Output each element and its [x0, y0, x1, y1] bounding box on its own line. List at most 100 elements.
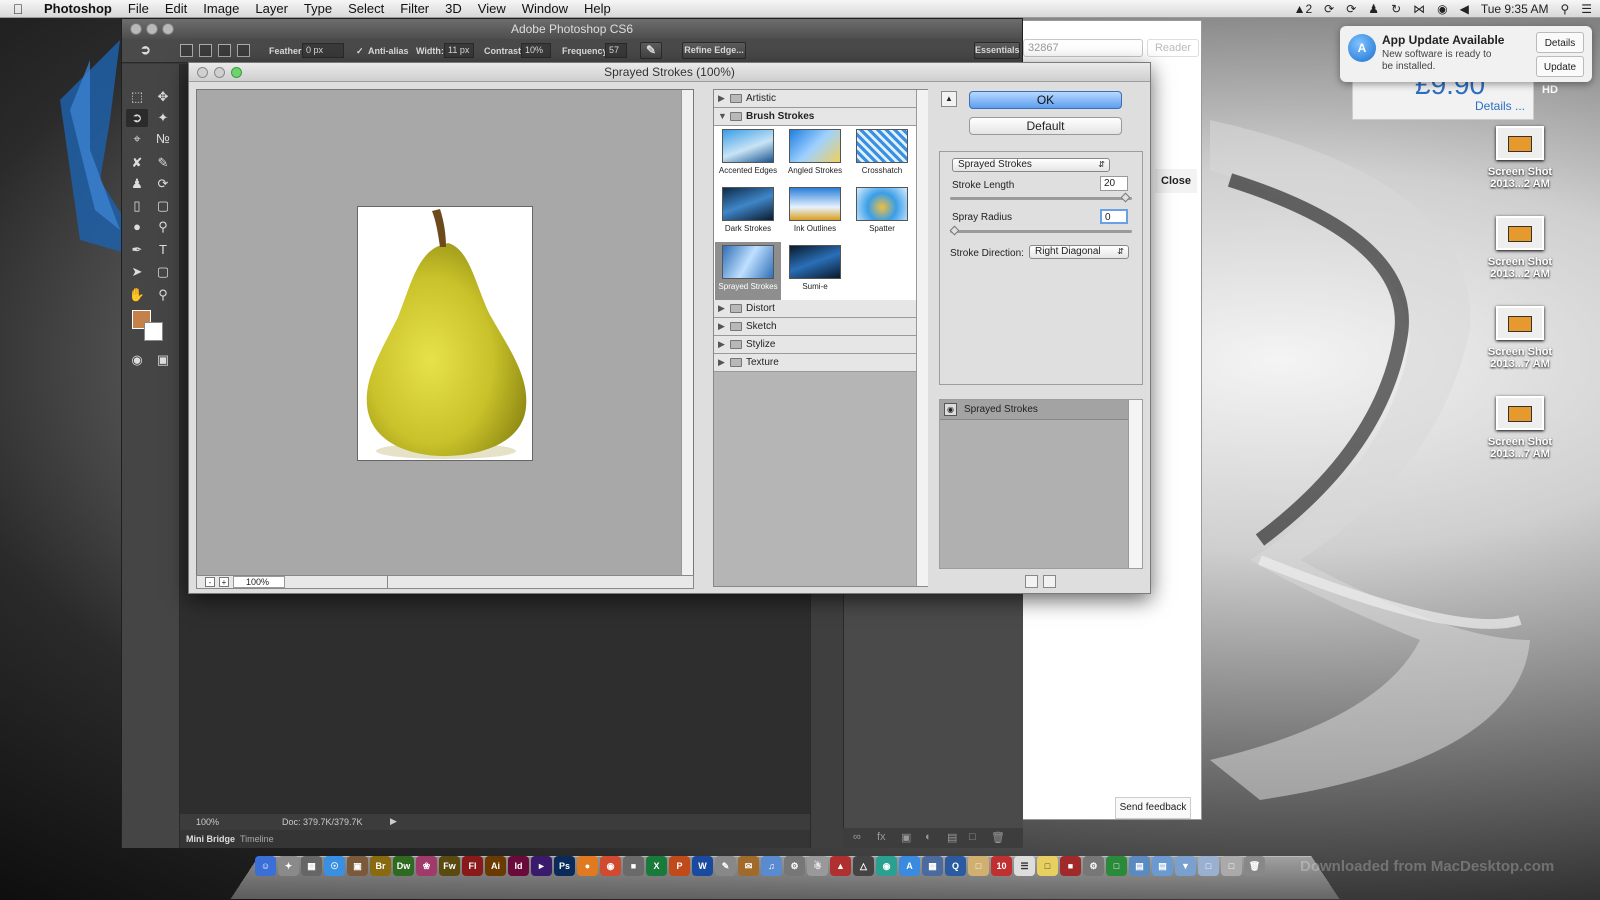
applications-folder-icon[interactable]: ▤ — [1129, 856, 1150, 876]
stroke-direction-select[interactable]: Right Diagonal ⇵ — [1029, 245, 1129, 259]
quick-mask-icon[interactable]: ◉ — [126, 351, 148, 369]
app-icon-12[interactable]: ⚙ — [1083, 856, 1104, 876]
category-brush-strokes[interactable]: ▼ Brush Strokes — [714, 108, 916, 126]
tab-mini-bridge[interactable]: Mini Bridge — [186, 834, 235, 844]
illustrator-icon[interactable]: Ai — [485, 856, 506, 876]
chrome-icon[interactable]: ◉ — [600, 856, 621, 876]
path-selection-tool-icon[interactable]: ➤ — [126, 263, 148, 281]
effect-layers-scrollbar[interactable] — [1128, 400, 1142, 568]
background-color-swatch[interactable] — [144, 322, 163, 341]
delete-layer-icon[interactable]: 🗑 — [991, 831, 1005, 844]
tab-timeline[interactable]: Timeline — [240, 834, 274, 844]
filter-crosshatch[interactable]: Crosshatch — [849, 126, 915, 184]
preview-vertical-scrollbar[interactable] — [681, 90, 693, 576]
notification-center-icon[interactable]: ☰ — [1581, 2, 1592, 16]
pen-pressure-icon[interactable]: ✎ — [640, 42, 662, 59]
trash-icon[interactable]: 🗑 — [1244, 856, 1265, 876]
close-window-icon[interactable] — [130, 23, 142, 35]
magic-wand-tool-icon[interactable]: ✦ — [152, 109, 174, 127]
frequency-field[interactable]: 57 — [605, 43, 627, 58]
acrobat-icon[interactable]: ▲ — [830, 856, 851, 876]
filter-spatter[interactable]: Spatter — [849, 184, 915, 242]
menu-type[interactable]: Type — [296, 1, 340, 16]
indesign-icon[interactable]: Id — [508, 856, 529, 876]
minimize-window-icon[interactable] — [146, 23, 158, 35]
bluetooth-icon[interactable]: ⋈ — [1413, 2, 1425, 16]
delete-effect-layer-icon[interactable] — [1043, 575, 1056, 588]
stroke-length-field[interactable]: 20 — [1100, 176, 1128, 191]
new-effect-layer-icon[interactable] — [1025, 575, 1038, 588]
new-group-icon[interactable]: ▤ — [947, 831, 957, 844]
magnetic-lasso-icon[interactable]: ➲ — [140, 42, 151, 58]
downloads-folder-icon[interactable]: ▼ — [1175, 856, 1196, 876]
subtract-selection-icon[interactable] — [218, 44, 231, 57]
zoom-window-icon[interactable] — [162, 23, 174, 35]
clock[interactable]: Tue 9:35 AM — [1481, 2, 1549, 16]
add-selection-icon[interactable] — [199, 44, 212, 57]
status-zoom[interactable]: 100% — [196, 817, 219, 827]
dreamweaver-icon[interactable]: Dw — [393, 856, 414, 876]
sync-icon-2[interactable]: ⟳ — [1346, 2, 1356, 16]
category-texture[interactable]: ▶ Texture — [714, 354, 916, 372]
launchpad-icon[interactable]: ✦ — [278, 856, 299, 876]
notes-icon[interactable]: ☰ — [1014, 856, 1035, 876]
stroke-length-slider-knob[interactable] — [1120, 192, 1131, 203]
filter-accented-edges[interactable]: Accented Edges — [715, 126, 781, 184]
workspace-switcher[interactable]: Essentials — [974, 42, 1020, 59]
feather-field[interactable]: 0 px — [302, 43, 344, 58]
pen-tool-icon[interactable]: ✒ — [126, 241, 148, 259]
healing-brush-tool-icon[interactable]: ✘ — [126, 154, 148, 172]
stack-icon-1[interactable]: □ — [1198, 856, 1219, 876]
mission-control-icon[interactable]: ▦ — [301, 856, 322, 876]
app-icon-1[interactable]: ■ — [623, 856, 644, 876]
apple-menu-icon[interactable]:  — [0, 1, 36, 17]
link-layers-icon[interactable]: ∞ — [853, 831, 861, 843]
ok-button[interactable]: OK — [969, 91, 1122, 109]
filter-preview[interactable] — [196, 89, 694, 577]
calendar-icon[interactable]: 10 — [991, 856, 1012, 876]
dodge-tool-icon[interactable]: ⚲ — [152, 218, 174, 236]
app-icon-3[interactable]: ✉ — [738, 856, 759, 876]
gradient-tool-icon[interactable]: ▢ — [152, 197, 174, 215]
app-store-dock-icon[interactable]: A — [899, 856, 920, 876]
preview-zoom-select[interactable]: 100% — [233, 576, 285, 588]
hand-tool-icon[interactable]: ✋ — [126, 286, 148, 304]
quicktime-icon[interactable]: Q — [945, 856, 966, 876]
effect-layer-row[interactable]: ◉ Sprayed Strokes — [940, 400, 1128, 420]
wifi-icon[interactable]: ◉ — [1437, 2, 1447, 16]
menu-3d[interactable]: 3D — [437, 1, 470, 16]
rectangle-tool-icon[interactable]: ▢ — [152, 263, 174, 281]
filter-dark-strokes[interactable]: Dark Strokes — [715, 184, 781, 242]
desktop-file-screenshot-4[interactable]: Screen Shot 2013...7 AM — [1477, 396, 1563, 460]
word-icon[interactable]: W — [692, 856, 713, 876]
agent-icon[interactable]: ♟ — [1368, 2, 1379, 16]
finder-icon[interactable]: ☺ — [255, 856, 276, 876]
brush-tool-icon[interactable]: ✎ — [152, 154, 174, 172]
type-tool-icon[interactable]: T — [152, 241, 174, 259]
refine-edge-button[interactable]: Refine Edge... — [682, 42, 746, 59]
zoom-in-icon[interactable]: + — [219, 577, 229, 587]
documents-folder-icon[interactable]: ▤ — [1152, 856, 1173, 876]
zoom-tool-icon[interactable]: ⚲ — [152, 286, 174, 304]
new-selection-icon[interactable] — [180, 44, 193, 57]
app-icon-8[interactable]: ◉ — [876, 856, 897, 876]
menu-file[interactable]: File — [120, 1, 157, 16]
address-field[interactable]: 32867 — [1023, 39, 1143, 57]
layer-style-icon[interactable]: fx — [877, 831, 886, 843]
app-icon-10[interactable]: □ — [968, 856, 989, 876]
firefox-icon[interactable]: ● — [577, 856, 598, 876]
app-icon-11[interactable]: ■ — [1060, 856, 1081, 876]
spray-radius-slider-knob[interactable] — [949, 225, 960, 236]
update-button[interactable]: Update — [1536, 56, 1584, 77]
eye-visibility-icon[interactable]: ◉ — [944, 403, 957, 416]
category-sketch[interactable]: ▶ Sketch — [714, 318, 916, 336]
category-artistic[interactable]: ▶ Artistic — [714, 90, 916, 108]
default-button[interactable]: Default — [969, 117, 1122, 135]
close-button[interactable]: Close — [1155, 169, 1197, 193]
filter-sprayed-strokes[interactable]: Sprayed Strokes — [715, 242, 781, 300]
history-brush-tool-icon[interactable]: ⟳ — [152, 175, 174, 193]
flash-icon[interactable]: Fl — [462, 856, 483, 876]
app-icon-9[interactable]: ▦ — [922, 856, 943, 876]
fireworks-icon[interactable]: Fw — [439, 856, 460, 876]
extension-manager-icon[interactable]: ❀ — [416, 856, 437, 876]
